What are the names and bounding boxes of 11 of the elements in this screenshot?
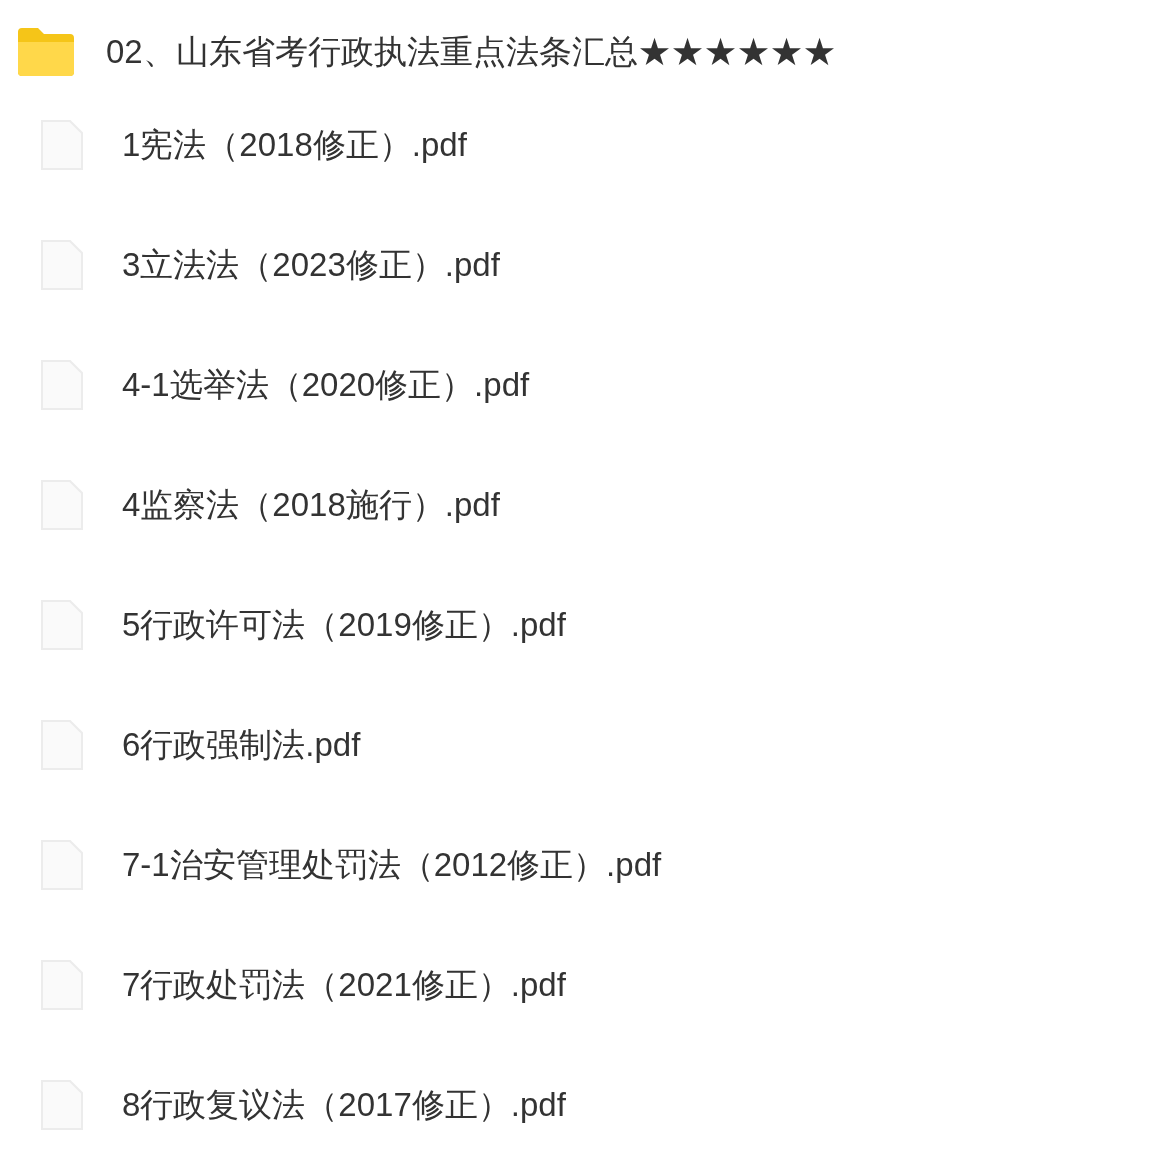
folder-icon[interactable]	[16, 26, 76, 78]
file-name[interactable]: 4-1选举法（2020修正）.pdf	[122, 360, 530, 410]
file-name[interactable]: 5行政许可法（2019修正）.pdf	[122, 600, 566, 650]
file-name[interactable]: 7行政处罚法（2021修正）.pdf	[122, 960, 566, 1010]
folder-name[interactable]: 02、山东省考行政执法重点法条汇总★★★★★★	[106, 27, 836, 77]
file-name[interactable]: 7-1治安管理处罚法（2012修正）.pdf	[122, 840, 662, 890]
file-name[interactable]: 4监察法（2018施行）.pdf	[122, 480, 500, 530]
file-name[interactable]: 3立法法（2023修正）.pdf	[122, 240, 500, 290]
file-name[interactable]: 6行政强制法.pdf	[122, 720, 361, 770]
file-name[interactable]: 1宪法（2018修正）.pdf	[122, 120, 467, 170]
file-name[interactable]: 8行政复议法（2017修正）.pdf	[122, 1080, 566, 1130]
